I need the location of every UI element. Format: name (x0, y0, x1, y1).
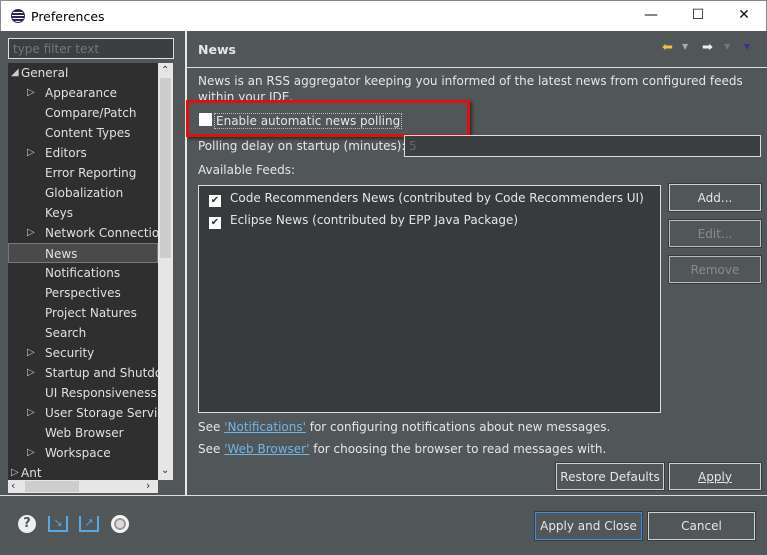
tree-item[interactable]: UI Responsiveness (8, 383, 158, 403)
tree-item-label: Search (45, 326, 87, 340)
tree-item-label: Editors (45, 146, 87, 160)
feed-label: Code Recommenders News (contributed by C… (230, 191, 644, 205)
add-button[interactable]: Add... (668, 183, 762, 212)
record-icon[interactable] (111, 515, 129, 533)
remove-button[interactable]: Remove (668, 255, 762, 284)
tree-vertical-scrollbar[interactable]: ⌃ ⌄ (158, 63, 173, 480)
back-arrow-icon[interactable]: ⬅ (662, 40, 673, 55)
notifications-link[interactable]: 'Notifications' (224, 420, 306, 434)
cancel-button[interactable]: Cancel (647, 511, 756, 541)
web-browser-hint: See 'Web Browser' for choosing the brows… (198, 442, 607, 456)
tree-item-label: Keys (45, 206, 74, 220)
polling-delay-input[interactable]: 5 (404, 135, 761, 157)
tree-item-label: Appearance (45, 86, 118, 100)
tree-item-label: Startup and Shutdown (45, 366, 158, 380)
edit-button[interactable]: Edit... (668, 219, 762, 248)
expand-arrow-icon[interactable]: ▷ (27, 443, 35, 463)
tree-item[interactable]: Notifications (8, 263, 158, 283)
polling-delay-label: Polling delay on startup (minutes): (198, 139, 406, 153)
enable-polling-checkbox[interactable]: Enable automatic news polling (199, 113, 403, 129)
filter-input[interactable] (8, 38, 174, 59)
tree-item[interactable]: ▷ Workspace (8, 443, 158, 463)
tree-item-label: User Storage Service (45, 406, 158, 420)
tree-item[interactable]: ▷ User Storage Service (8, 403, 158, 423)
expand-arrow-icon[interactable]: ▷ (11, 463, 19, 480)
eclipse-logo-icon (11, 9, 25, 23)
tree-item-label: Security (45, 346, 95, 360)
export-icon[interactable]: ↗ (79, 516, 99, 532)
tree-item-label: UI Responsiveness (45, 386, 157, 400)
tree-item-label: Perspectives (45, 286, 121, 300)
tree-item[interactable]: Project Natures (8, 303, 158, 323)
view-menu-icon[interactable]: ▼ (744, 42, 750, 51)
header-separator (187, 67, 767, 68)
enable-polling-label: Enable automatic news polling (214, 113, 403, 129)
feed-item[interactable]: ✔ Eclipse News (contributed by EPP Java P… (209, 210, 518, 230)
title-bar: Preferences — ☐ ✕ (0, 0, 767, 31)
available-feeds-label: Available Feeds: (198, 163, 296, 177)
tree-item[interactable]: ▷ Appearance (8, 83, 158, 103)
tree-item-label: Project Natures (45, 306, 137, 320)
tree-item-label: Globalization (45, 186, 124, 200)
tree-item[interactable]: Error Reporting (8, 163, 158, 183)
tree-item[interactable]: ▷ Network Connections (8, 223, 158, 243)
tree-item[interactable]: Content Types (8, 123, 158, 143)
feed-checkbox[interactable]: ✔ (209, 195, 221, 207)
tree-item[interactable]: Web Browser (8, 423, 158, 443)
expand-arrow-icon[interactable]: ▷ (27, 343, 35, 363)
window-title: Preferences (31, 9, 105, 24)
expand-arrow-icon[interactable]: ▷ (27, 363, 35, 383)
checkbox-box[interactable] (199, 113, 212, 126)
close-button[interactable]: ✕ (729, 7, 759, 23)
help-icon[interactable]: ? (18, 515, 36, 533)
tree-item-label: Web Browser (45, 426, 124, 440)
tree-item[interactable]: Keys (8, 203, 158, 223)
web-browser-link[interactable]: 'Web Browser' (224, 442, 309, 456)
tree-item[interactable]: News (8, 243, 158, 263)
toolbar: ⬅ ▼ ➡ ▼ ▼ (660, 40, 760, 58)
feed-item[interactable]: ✔ Code Recommenders News (contributed by … (209, 188, 644, 208)
feed-checkbox[interactable]: ✔ (209, 217, 221, 229)
expand-arrow-icon[interactable]: ▷ (27, 403, 35, 423)
forward-arrow-icon[interactable]: ➡ (702, 40, 713, 55)
feeds-list: ✔ Code Recommenders News (contributed by … (198, 185, 661, 413)
expand-arrow-icon[interactable]: ▷ (27, 83, 35, 103)
tree-item[interactable]: Globalization (8, 183, 158, 203)
apply-button[interactable]: Apply (668, 462, 762, 491)
tree-item-label: Content Types (45, 126, 131, 140)
tree-item[interactable]: Search (8, 323, 158, 343)
tree-item-label: Error Reporting (45, 166, 137, 180)
expand-arrow-icon[interactable]: ▷ (27, 223, 35, 243)
minimize-button[interactable]: — (636, 7, 666, 23)
tree-item[interactable]: ▷ Security (8, 343, 158, 363)
restore-defaults-button[interactable]: Restore Defaults (555, 462, 665, 491)
maximize-button[interactable]: ☐ (683, 7, 713, 23)
tree-item-label: Ant (21, 466, 42, 480)
apply-and-close-button[interactable]: Apply and Close (534, 511, 643, 541)
tree-item[interactable]: ▷ Startup and Shutdown (8, 363, 158, 383)
tree-item-label: Notifications (45, 266, 121, 280)
tree-horizontal-scrollbar[interactable]: ‹ › (8, 479, 158, 493)
import-icon[interactable]: ↘ (48, 516, 68, 532)
tree-item-label: Network Connections (45, 226, 158, 240)
tree-item[interactable]: ◢ General (8, 63, 158, 83)
feed-label: Eclipse News (contributed by EPP Java Pa… (230, 213, 519, 227)
tree-item-label: General (21, 66, 69, 80)
footer-separator (0, 495, 767, 496)
tree-item-label: Compare/Patch (45, 106, 137, 120)
tree-item-label: News (45, 247, 78, 261)
page-title: News (198, 42, 236, 57)
tree-item-label: Workspace (45, 446, 111, 460)
tree-item[interactable]: ▷ Editors (8, 143, 158, 163)
notifications-hint: See 'Notifications' for configuring noti… (198, 420, 611, 434)
tree-item[interactable]: ▷ Ant (8, 463, 158, 480)
back-dropdown-icon[interactable]: ▼ (682, 42, 688, 51)
expand-arrow-icon[interactable]: ▷ (27, 143, 35, 163)
forward-dropdown-icon[interactable]: ▼ (724, 42, 730, 51)
collapse-arrow-icon[interactable]: ◢ (11, 63, 19, 83)
tree-item[interactable]: Compare/Patch (8, 103, 158, 123)
preferences-tree: ◢ General ▷ Appearance Compare/Patch Content … (8, 63, 158, 480)
tree-item[interactable]: Perspectives (8, 283, 158, 303)
